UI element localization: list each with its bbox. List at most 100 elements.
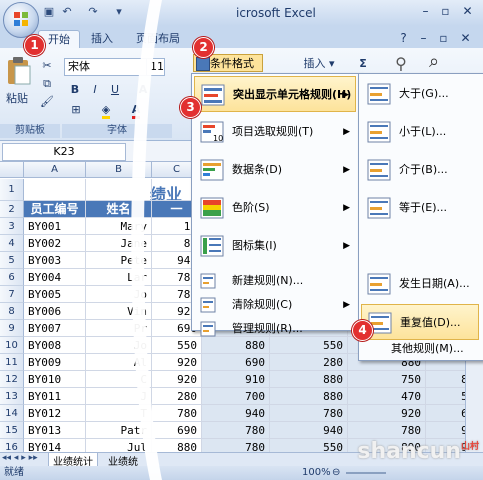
cell[interactable]: Pr xyxy=(86,320,152,337)
cell[interactable]: 910 xyxy=(426,422,465,439)
row-header[interactable]: 2 xyxy=(0,201,24,218)
submenu-duplicate-values[interactable]: 重复值(D)... xyxy=(361,304,479,340)
row-header[interactable]: 16 xyxy=(0,439,24,452)
menu-new-rule[interactable]: 新建规则(N)... xyxy=(194,270,356,292)
cell[interactable]: 880 xyxy=(270,371,348,388)
autosum-button[interactable]: Σ xyxy=(352,54,374,74)
cell[interactable]: 750 xyxy=(348,371,426,388)
cell[interactable]: Jane xyxy=(86,235,152,252)
ribbon-restore-icon[interactable]: ▫ xyxy=(435,30,452,47)
cell[interactable]: 280 xyxy=(152,388,202,405)
row-header[interactable]: 15 xyxy=(0,422,24,439)
font-size-select[interactable]: 11 xyxy=(146,58,165,76)
column-header[interactable]: A xyxy=(24,162,86,178)
cell[interactable]: 940 xyxy=(202,405,270,422)
row-header[interactable]: 6 xyxy=(0,269,24,286)
tab-insert[interactable]: 插入 xyxy=(86,30,118,48)
font-name-select[interactable]: 宋体 xyxy=(64,58,147,76)
submenu-less-than[interactable]: 小于(L)... xyxy=(361,114,479,150)
select-all-corner[interactable] xyxy=(0,162,24,178)
cell[interactable]: 940 xyxy=(270,422,348,439)
cell[interactable]: 880 xyxy=(152,439,202,452)
cell[interactable]: 780 xyxy=(348,422,426,439)
format-painter-icon[interactable]: 🖌 xyxy=(38,92,56,112)
cell[interactable]: Al xyxy=(86,354,152,371)
cell[interactable]: 员工编号 xyxy=(24,201,86,218)
cell[interactable]: 920 xyxy=(152,354,202,371)
minimize-icon[interactable]: – xyxy=(417,3,434,20)
cell[interactable]: BY013 xyxy=(24,422,86,439)
zoom-out-icon[interactable]: ⊖ xyxy=(332,466,340,480)
menu-top-bottom-rules[interactable]: 10 项目选取规则(T) ▶ xyxy=(194,114,356,150)
font-color-icon[interactable]: A xyxy=(126,100,146,120)
cell[interactable]: 920 xyxy=(348,405,426,422)
save-icon[interactable]: ▣ xyxy=(42,5,56,19)
fill-color-icon[interactable]: ◈ xyxy=(96,100,116,120)
row-header[interactable]: 4 xyxy=(0,235,24,252)
sort-filter-icon[interactable]: ⚲ xyxy=(388,54,414,74)
name-box[interactable]: K23 xyxy=(2,143,126,161)
cell[interactable] xyxy=(86,179,152,201)
font-grow-icon[interactable]: A xyxy=(134,80,152,100)
cell[interactable]: BY012 xyxy=(24,405,86,422)
row-header[interactable]: 13 xyxy=(0,388,24,405)
quick-access-dropdown-icon[interactable]: ▾ xyxy=(112,5,126,19)
cell[interactable]: BY004 xyxy=(24,269,86,286)
cell[interactable]: Patr xyxy=(86,422,152,439)
cell[interactable]: BY008 xyxy=(24,337,86,354)
cell[interactable]: 880 xyxy=(426,371,465,388)
cell[interactable]: J xyxy=(86,388,152,405)
italic-button[interactable]: I xyxy=(86,80,104,100)
cell[interactable]: 880 xyxy=(270,388,348,405)
cell[interactable]: BY007 xyxy=(24,320,86,337)
cell[interactable]: C xyxy=(86,371,152,388)
copy-icon[interactable]: ⧉ xyxy=(38,74,56,94)
redo-icon[interactable]: ↷ xyxy=(86,5,100,19)
paste-label[interactable]: 粘贴 xyxy=(6,90,28,106)
column-header[interactable]: B xyxy=(86,162,152,178)
cell[interactable]: 690 xyxy=(426,405,465,422)
row-header[interactable]: 3 xyxy=(0,218,24,235)
cell[interactable]: BY011 xyxy=(24,388,86,405)
ribbon-minimize-icon[interactable]: – xyxy=(415,30,432,47)
ribbon-close-icon[interactable]: ✕ xyxy=(457,30,474,47)
cell[interactable]: Lar xyxy=(86,269,152,286)
cell[interactable]: 690 xyxy=(152,422,202,439)
row-header[interactable]: 8 xyxy=(0,303,24,320)
cell[interactable]: Mary xyxy=(86,218,152,235)
office-button[interactable] xyxy=(3,2,39,38)
menu-highlight-rules[interactable]: 突出显示单元格规则(H) ▶ xyxy=(194,76,356,112)
help-icon[interactable]: ? xyxy=(395,30,412,47)
cell[interactable]: BY005 xyxy=(24,286,86,303)
cell[interactable]: 780 xyxy=(202,439,270,452)
row-header[interactable]: 12 xyxy=(0,371,24,388)
submenu-equal-to[interactable]: 等于(E)... xyxy=(361,190,479,226)
bold-button[interactable]: B xyxy=(66,80,84,100)
menu-icon-sets[interactable]: 图标集(I) ▶ xyxy=(194,228,356,264)
undo-icon[interactable]: ↶ xyxy=(60,5,74,19)
row-header[interactable]: 14 xyxy=(0,405,24,422)
cell[interactable]: BY014 xyxy=(24,439,86,452)
zoom-slider[interactable] xyxy=(346,472,386,474)
row-header[interactable]: 11 xyxy=(0,354,24,371)
row-header[interactable]: 7 xyxy=(0,286,24,303)
borders-icon[interactable]: ⊞ xyxy=(66,100,86,120)
cell[interactable]: Jo xyxy=(86,337,152,354)
row-header[interactable]: 10 xyxy=(0,337,24,354)
cell[interactable]: BY003 xyxy=(24,252,86,269)
menu-data-bars[interactable]: 数据条(D) ▶ xyxy=(194,152,356,188)
menu-manage-rules[interactable]: 管理规则(R)... xyxy=(194,318,356,340)
insert-cells-button[interactable]: 插入 ▾ xyxy=(296,54,342,74)
cell[interactable]: BY010 xyxy=(24,371,86,388)
cell[interactable]: 780 xyxy=(152,405,202,422)
close-icon[interactable]: ✕ xyxy=(459,3,476,20)
submenu-more-rules[interactable]: 其他规则(M)... xyxy=(361,340,479,358)
cell[interactable]: Jul xyxy=(86,439,152,452)
menu-color-scales[interactable]: 色阶(S) ▶ xyxy=(194,190,356,226)
underline-button[interactable]: U xyxy=(106,80,124,100)
tab-page-layout[interactable]: 页面布局 xyxy=(130,30,186,48)
submenu-greater-than[interactable]: 大于(G)... xyxy=(361,76,479,112)
maximize-icon[interactable]: ▫ xyxy=(437,3,454,20)
submenu-date-occurring[interactable]: 发生日期(A)... xyxy=(361,266,479,302)
cell[interactable]: 姓名 xyxy=(86,201,152,218)
